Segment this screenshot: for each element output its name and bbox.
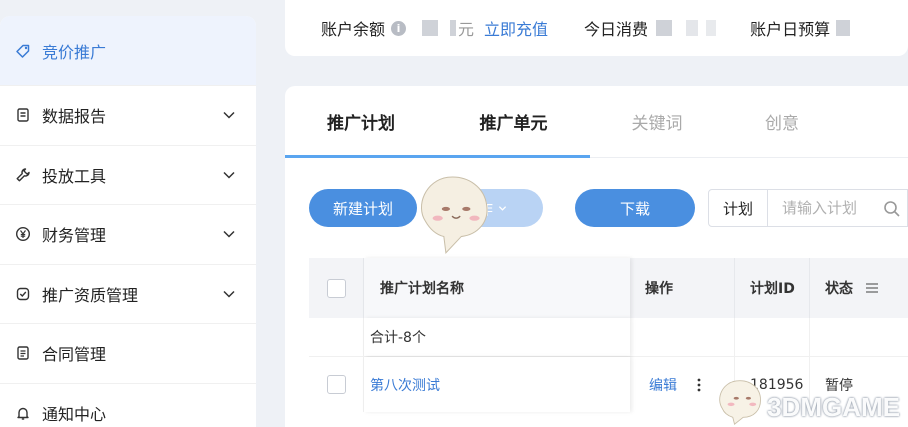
new-plan-button[interactable]: 新建计划 xyxy=(309,189,417,227)
masked-today-cost-value xyxy=(656,20,673,36)
wrench-icon xyxy=(14,166,32,184)
tag-icon xyxy=(14,42,32,60)
recharge-link[interactable]: 立即充值 xyxy=(484,16,548,40)
sidebar-item-bidding-promotion[interactable]: 竞价推广 xyxy=(0,16,256,86)
balance-unit: 元 xyxy=(458,20,475,39)
masked-today-cost-value xyxy=(706,20,717,36)
main-panel: 推广计划 推广单元 关键词 创意 新建计划 操作 下载 计划 推广计划名称 操作… xyxy=(285,86,908,427)
header-status: 状态 xyxy=(810,258,908,318)
watermark-text: 3DMGAME xyxy=(767,392,900,422)
balance-label: 账户余额 xyxy=(321,20,386,39)
more-vertical-icon[interactable] xyxy=(697,378,701,392)
info-icon[interactable]: i xyxy=(391,20,407,36)
sidebar-item-data-report[interactable]: 数据报告 xyxy=(0,86,256,146)
header-operation: 操作 xyxy=(630,258,735,318)
table-header: 推广计划名称 操作 计划ID 状态 xyxy=(309,258,908,318)
tab-bar: 推广计划 推广单元 关键词 创意 xyxy=(285,86,908,158)
sidebar-item-label: 合同管理 xyxy=(42,345,107,365)
sidebar: 竞价推广 数据报告 投放工具 财务管理 推广资质管理 合同管理 通知中心 xyxy=(0,16,256,427)
sidebar-item-label: 竞价推广 xyxy=(42,42,107,62)
sidebar-item-qualification[interactable]: 推广资质管理 xyxy=(0,265,256,324)
tab-keywords[interactable]: 关键词 xyxy=(590,86,724,157)
chevron-down-icon xyxy=(223,112,235,119)
active-tab-indicator xyxy=(285,155,590,158)
search-icon[interactable] xyxy=(883,200,901,218)
sidebar-item-label: 数据报告 xyxy=(42,107,107,127)
toolbar: 新建计划 操作 下载 计划 xyxy=(309,188,908,228)
masked-balance-value xyxy=(450,20,457,36)
masked-today-cost-value xyxy=(686,20,699,36)
watermark-mascot-icon xyxy=(719,380,761,426)
sidebar-item-label: 通知中心 xyxy=(42,404,107,424)
document-icon xyxy=(14,344,32,362)
sidebar-item-delivery-tools[interactable]: 投放工具 xyxy=(0,146,256,205)
header-status-label: 状态 xyxy=(825,281,853,297)
select-all-checkbox[interactable] xyxy=(326,278,346,298)
daily-budget-label: 账户日预算 xyxy=(750,20,831,39)
today-cost-label: 今日消费 xyxy=(584,20,649,39)
yen-icon xyxy=(14,225,32,243)
sidebar-item-label: 投放工具 xyxy=(42,166,107,186)
download-button[interactable]: 下载 xyxy=(575,189,695,227)
header-plan-id: 计划ID xyxy=(735,258,810,318)
chevron-down-icon xyxy=(498,205,507,211)
sidebar-item-finance[interactable]: 财务管理 xyxy=(0,205,256,265)
sidebar-item-notification[interactable]: 通知中心 xyxy=(0,384,256,427)
sidebar-item-label: 财务管理 xyxy=(42,226,107,246)
search-type-select[interactable]: 计划 xyxy=(708,189,769,227)
plan-name-link[interactable]: 第八次测试 xyxy=(370,375,440,395)
plan-table: 推广计划名称 操作 计划ID 状态 合计-8个 第八次测试 编辑 181956 … xyxy=(309,258,908,412)
bell-icon xyxy=(14,404,32,422)
search-box xyxy=(768,189,908,227)
tab-creative[interactable]: 创意 xyxy=(724,86,840,157)
sidebar-item-label: 推广资质管理 xyxy=(42,285,139,305)
summary-row: 合计-8个 xyxy=(309,318,908,356)
report-icon xyxy=(14,106,32,124)
search-input[interactable] xyxy=(782,199,883,217)
account-summary-bar: 账户余额 i 元 立即充值 今日消费 账户日预算 xyxy=(285,0,908,56)
tab-promotion-unit[interactable]: 推广单元 xyxy=(437,86,590,157)
masked-balance-value xyxy=(422,20,439,36)
sidebar-item-contract[interactable]: 合同管理 xyxy=(0,324,256,384)
chevron-down-icon xyxy=(223,231,235,238)
column-menu-icon[interactable] xyxy=(865,282,879,294)
chevron-down-icon xyxy=(223,290,235,298)
edit-link[interactable]: 编辑 xyxy=(649,375,677,395)
summary-count: 合计-8个 xyxy=(364,318,630,356)
header-plan-name: 推广计划名称 xyxy=(364,258,630,318)
masked-daily-budget-value xyxy=(836,20,851,36)
row-checkbox[interactable] xyxy=(326,375,346,394)
shield-check-icon xyxy=(14,285,32,303)
chevron-down-icon xyxy=(223,171,235,179)
tab-promotion-plan[interactable]: 推广计划 xyxy=(285,86,437,157)
mascot-sticker-icon xyxy=(421,176,488,255)
